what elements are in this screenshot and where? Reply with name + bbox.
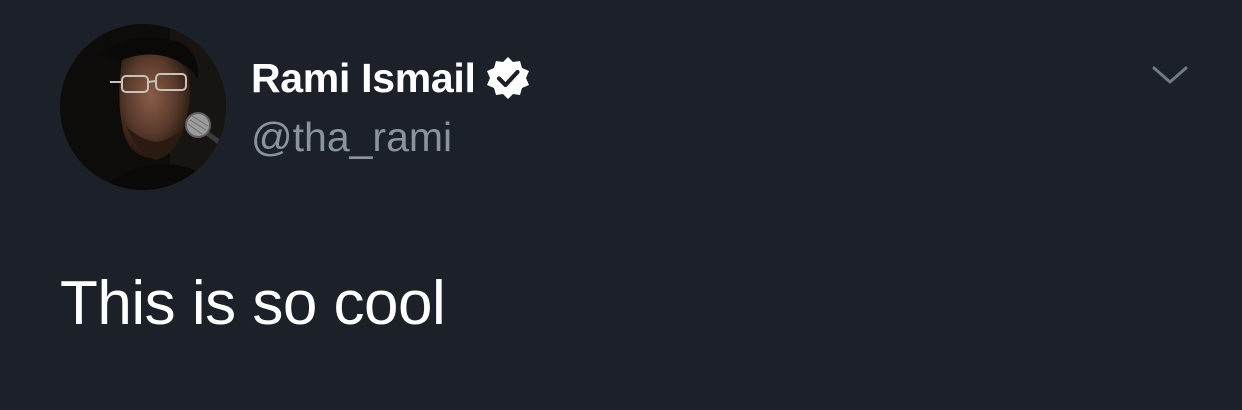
- tweet-card: Rami Ismail @tha_rami This is so cool: [0, 0, 1242, 410]
- tweet-text: This is so cool: [60, 269, 446, 338]
- author-handle[interactable]: @tha_rami: [251, 114, 452, 161]
- author-display-name[interactable]: Rami Ismail: [251, 55, 476, 102]
- author-avatar[interactable]: [60, 24, 226, 190]
- chevron-down-icon[interactable]: [1150, 60, 1190, 90]
- profile-photo: [60, 24, 226, 190]
- author-name-row[interactable]: Rami Ismail: [251, 52, 531, 104]
- verified-badge-icon: [485, 55, 531, 101]
